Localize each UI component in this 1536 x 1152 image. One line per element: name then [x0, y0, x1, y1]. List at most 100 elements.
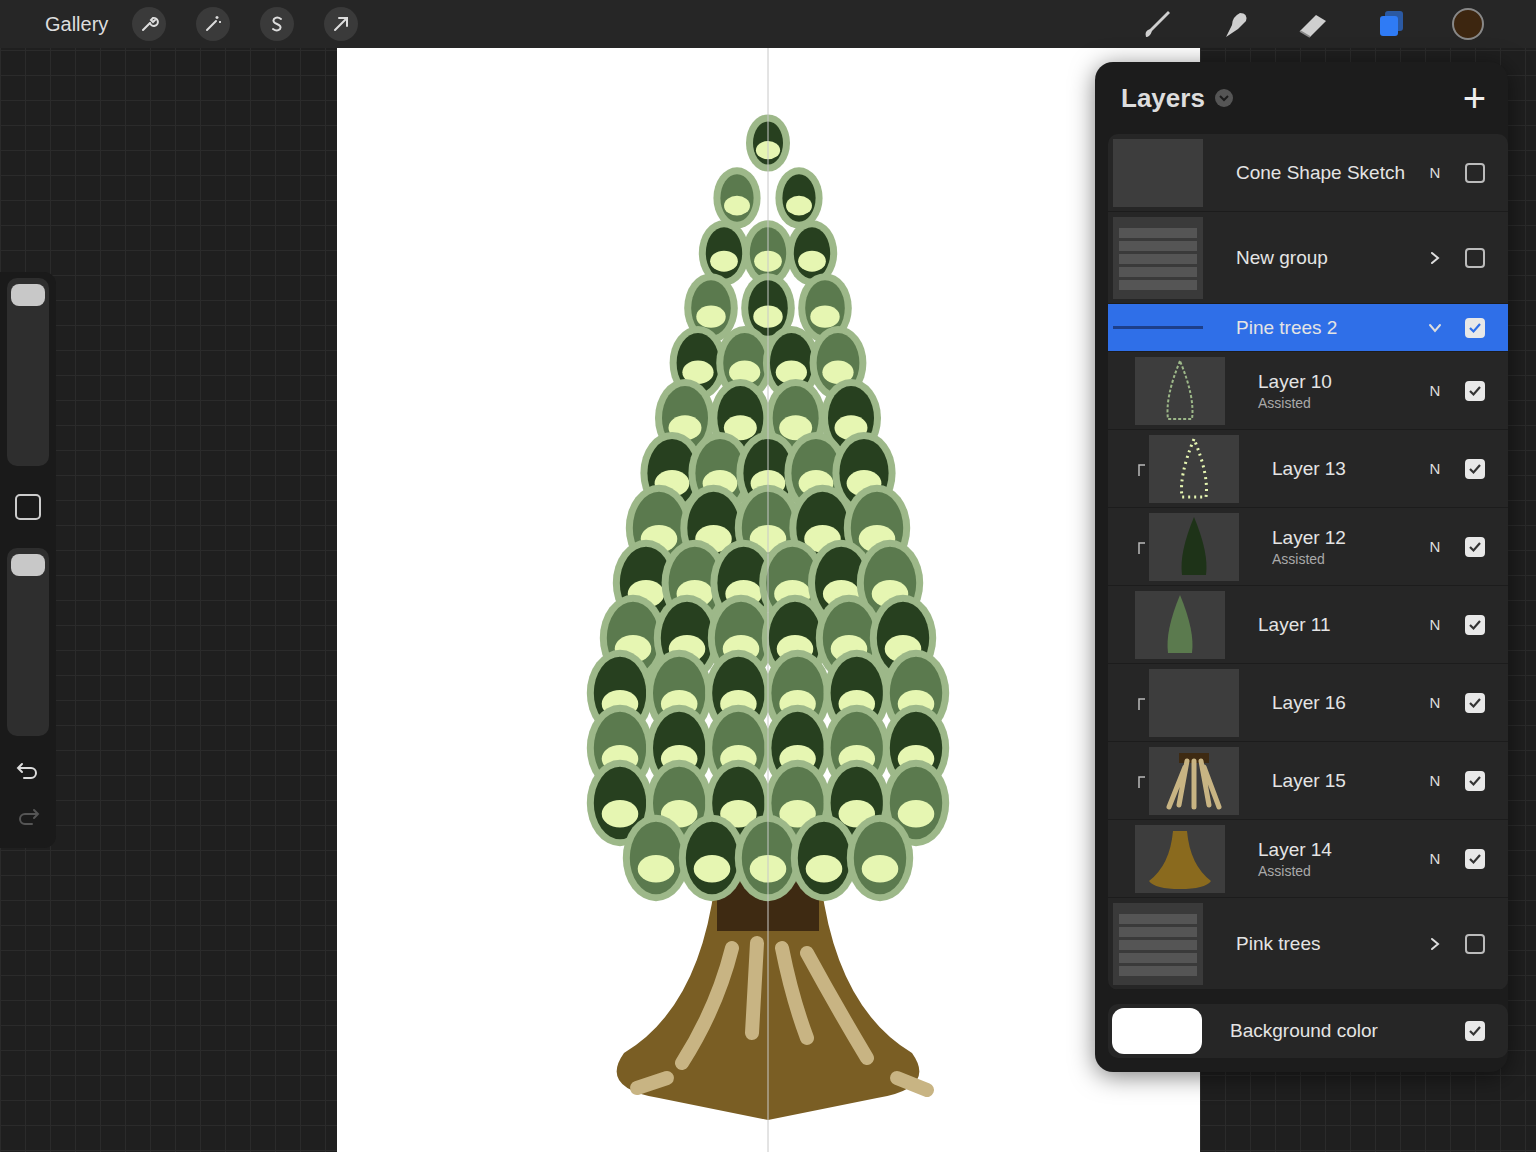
layer-row[interactable]: Pink trees: [1108, 898, 1508, 990]
layer-name: New group: [1236, 247, 1425, 269]
blend-mode[interactable]: N: [1425, 850, 1445, 867]
layer-name-block: Layer 11: [1258, 614, 1425, 636]
layer-thumbnail: [1135, 357, 1225, 425]
opacity-slider[interactable]: [7, 548, 49, 736]
visibility-checkbox[interactable]: [1465, 934, 1485, 954]
clipping-mask-icon: [1135, 540, 1149, 554]
layer-row[interactable]: Pine trees 2: [1108, 304, 1508, 352]
layer-name: Layer 14: [1258, 839, 1425, 861]
layer-row[interactable]: Layer 13N: [1108, 430, 1508, 508]
layer-name-block: Pink trees: [1236, 933, 1425, 955]
layer-name: Layer 13: [1272, 458, 1425, 480]
wrench-icon[interactable]: [132, 7, 166, 41]
layer-name-block: New group: [1236, 247, 1425, 269]
current-color-swatch[interactable]: [1452, 8, 1484, 40]
slider-knob[interactable]: [11, 284, 45, 306]
visibility-checkbox[interactable]: [1465, 693, 1485, 713]
layer-name-block: Cone Shape Sketch: [1236, 162, 1425, 184]
undo-icon[interactable]: [16, 760, 40, 782]
layer-list: Cone Shape SketchNNew groupPine trees 2L…: [1108, 134, 1508, 990]
slider-knob[interactable]: [11, 554, 45, 576]
eraser-icon[interactable]: [1296, 7, 1330, 41]
layer-thumbnail: [1135, 591, 1225, 659]
layer-name: Layer 11: [1258, 614, 1425, 636]
group-chevron-icon[interactable]: [1425, 937, 1445, 951]
transform-arrow-icon[interactable]: [324, 7, 358, 41]
layer-subtitle: Assisted: [1258, 863, 1425, 879]
layer-name: Layer 12: [1272, 527, 1425, 549]
left-sidebar: [0, 272, 56, 848]
layer-row[interactable]: Layer 12 AssistedN: [1108, 508, 1508, 586]
dropdown-chevron-icon[interactable]: [1215, 89, 1233, 107]
visibility-checkbox[interactable]: [1465, 381, 1485, 401]
layers-header: Layers +: [1095, 62, 1508, 134]
layer-name: Background color: [1230, 1020, 1465, 1042]
blend-mode[interactable]: N: [1425, 460, 1445, 477]
selection-icon[interactable]: [260, 7, 294, 41]
brush-icon[interactable]: [1140, 7, 1174, 41]
layer-row[interactable]: Layer 14 AssistedN: [1108, 820, 1508, 898]
layer-name: Layer 16: [1272, 692, 1425, 714]
group-chevron-icon[interactable]: [1425, 321, 1445, 335]
layer-name-block: Pine trees 2: [1236, 317, 1425, 339]
layer-subtitle: Assisted: [1258, 395, 1425, 411]
visibility-checkbox[interactable]: [1465, 318, 1485, 338]
visibility-checkbox[interactable]: [1465, 459, 1485, 479]
brush-size-slider[interactable]: [7, 278, 49, 466]
layer-name: Layer 15: [1272, 770, 1425, 792]
smudge-icon[interactable]: [1218, 7, 1252, 41]
layer-subtitle: Assisted: [1272, 551, 1425, 567]
layer-thumbnail: [1149, 513, 1239, 581]
layer-name-block: Layer 16: [1272, 692, 1425, 714]
visibility-checkbox[interactable]: [1465, 1021, 1485, 1041]
background-color-row[interactable]: Background color: [1108, 1004, 1508, 1058]
visibility-checkbox[interactable]: [1465, 163, 1485, 183]
blend-mode[interactable]: N: [1425, 538, 1445, 555]
layer-thumbnail: [1113, 139, 1203, 207]
layer-row[interactable]: Layer 10 AssistedN: [1108, 352, 1508, 430]
blend-mode[interactable]: N: [1425, 694, 1445, 711]
layer-row[interactable]: New group: [1108, 212, 1508, 304]
layer-thumbnail: [1113, 903, 1203, 985]
eyedropper-square-icon[interactable]: [15, 494, 41, 520]
procreate-app: GalleryLayers+Cone Shape SketchNNew grou…: [0, 0, 1536, 1152]
add-layer-button[interactable]: +: [1463, 78, 1486, 118]
layer-name: Layer 10: [1258, 371, 1425, 393]
visibility-checkbox[interactable]: [1465, 615, 1485, 635]
blend-mode[interactable]: N: [1425, 382, 1445, 399]
visibility-checkbox[interactable]: [1465, 248, 1485, 268]
layers-icon[interactable]: [1374, 7, 1408, 41]
clipping-mask-icon: [1135, 696, 1149, 710]
layer-row[interactable]: Layer 16N: [1108, 664, 1508, 742]
layer-thumbnail: [1149, 747, 1239, 815]
blend-mode[interactable]: N: [1425, 164, 1445, 181]
blend-mode[interactable]: N: [1425, 772, 1445, 789]
layer-row[interactable]: Layer 15N: [1108, 742, 1508, 820]
layer-name-block: Layer 13: [1272, 458, 1425, 480]
blend-mode[interactable]: N: [1425, 616, 1445, 633]
redo-icon[interactable]: [16, 806, 40, 828]
group-chevron-icon[interactable]: [1425, 251, 1445, 265]
gallery-button[interactable]: Gallery: [45, 13, 108, 36]
clipping-mask-icon: [1135, 774, 1149, 788]
layer-name-block: Layer 10 Assisted: [1258, 371, 1425, 411]
layer-name-block: Layer 12 Assisted: [1272, 527, 1425, 567]
layer-thumbnail: [1149, 435, 1239, 503]
magic-wand-icon[interactable]: [196, 7, 230, 41]
drawing-canvas[interactable]: [337, 48, 1200, 1152]
layer-name: Pink trees: [1236, 933, 1425, 955]
layer-thumbnail: [1149, 669, 1239, 737]
layer-thumbnail: [1113, 217, 1203, 299]
layer-row[interactable]: Layer 11N: [1108, 586, 1508, 664]
pine-tree-drawing: [337, 48, 1200, 1152]
background-swatch[interactable]: [1112, 1008, 1202, 1054]
visibility-checkbox[interactable]: [1465, 849, 1485, 869]
layer-name: Pine trees 2: [1236, 317, 1425, 339]
group-line: [1113, 326, 1203, 329]
layer-row[interactable]: Cone Shape SketchN: [1108, 134, 1508, 212]
paint-tools: [1140, 7, 1484, 41]
visibility-checkbox[interactable]: [1465, 537, 1485, 557]
layers-title: Layers: [1121, 83, 1205, 114]
visibility-checkbox[interactable]: [1465, 771, 1485, 791]
layer-name: Cone Shape Sketch: [1236, 162, 1425, 184]
